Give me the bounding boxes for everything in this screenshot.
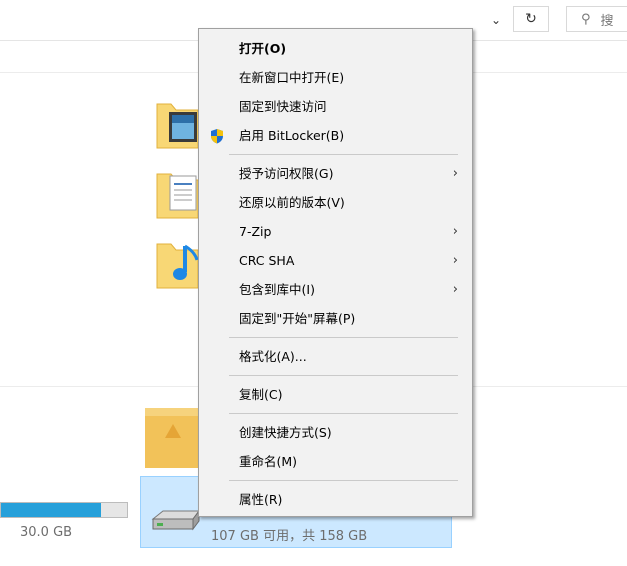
menu-item-label: 打开(O) [239, 41, 287, 56]
drive-space-text: 30.0 GB [20, 525, 73, 540]
refresh-icon: ↻ [525, 11, 537, 27]
downloads-folder-icon[interactable] [145, 408, 201, 468]
context-menu: 打开(O) 在新窗口中打开(E) 固定到快速访问启用 BitLocker(B) 授予访… [198, 28, 473, 517]
music-folder-icon[interactable] [155, 236, 199, 290]
menu-item-label: 复制(C) [239, 387, 283, 402]
menu-item-open-new-window[interactable]: 在新窗口中打开(E) [199, 63, 472, 92]
menu-item-rename[interactable]: 重命名(M) [199, 447, 472, 476]
menu-divider [229, 413, 458, 414]
videos-folder-icon[interactable] [155, 96, 199, 150]
shield-icon [211, 129, 223, 144]
chevron-right-icon: › [452, 282, 458, 297]
menu-item-label: 重命名(M) [239, 454, 298, 469]
menu-item-label: 创建快捷方式(S) [239, 425, 332, 440]
menu-item-label: 固定到"开始"屏幕(P) [239, 311, 356, 326]
menu-divider [229, 154, 458, 155]
menu-item-label: 启用 BitLocker(B) [239, 128, 345, 143]
menu-item-pin-start[interactable]: 固定到"开始"屏幕(P) [199, 304, 472, 333]
drive-space-text: 107 GB 可用，共 158 GB [211, 529, 368, 544]
menu-item-label: 7-Zip [239, 224, 272, 239]
menu-item-label: 固定到快速访问 [239, 99, 327, 114]
refresh-button[interactable]: ↻ [513, 6, 549, 32]
menu-item-label: 属性(R) [239, 492, 283, 507]
menu-item-bitlocker[interactable]: 启用 BitLocker(B) [199, 121, 472, 150]
menu-item-label: CRC SHA [239, 253, 295, 268]
menu-item-properties[interactable]: 属性(R) [199, 485, 472, 514]
menu-item-open[interactable]: 打开(O) [199, 34, 472, 63]
menu-divider [229, 375, 458, 376]
menu-item-copy[interactable]: 复制(C) [199, 380, 472, 409]
hard-drive-icon [151, 509, 200, 531]
chevron-right-icon: › [452, 253, 458, 268]
menu-item-create-shortcut[interactable]: 创建快捷方式(S) [199, 418, 472, 447]
menu-item-7zip[interactable]: 7-Zip › [199, 217, 472, 246]
menu-item-label: 授予访问权限(G) [239, 166, 334, 181]
menu-item-crc-sha[interactable]: CRC SHA › [199, 246, 472, 275]
chevron-right-icon: › [452, 166, 458, 181]
menu-item-format[interactable]: 格式化(A)... [199, 342, 472, 371]
search-placeholder: 搜 [600, 13, 614, 29]
menu-item-include-library[interactable]: 包含到库中(I) › [199, 275, 472, 304]
search-input[interactable]: ⚲ 搜 [566, 6, 627, 32]
menu-item-grant-access[interactable]: 授予访问权限(G) › [199, 159, 472, 188]
menu-item-restore-versions[interactable]: 还原以前的版本(V) [199, 188, 472, 217]
menu-item-label: 包含到库中(I) [239, 282, 315, 297]
chevron-right-icon: › [452, 224, 458, 239]
search-icon: ⚲ [581, 11, 591, 27]
chevron-down-icon[interactable]: ⌄ [481, 8, 511, 32]
menu-item-label: 格式化(A)... [239, 349, 307, 364]
menu-divider [229, 480, 458, 481]
menu-divider [229, 337, 458, 338]
menu-item-label: 在新窗口中打开(E) [239, 70, 345, 85]
documents-folder-icon[interactable] [155, 166, 199, 220]
menu-item-label: 还原以前的版本(V) [239, 195, 345, 210]
drive-usage-fill [1, 503, 101, 517]
drive-usage-bar [0, 502, 128, 518]
menu-item-pin-quick-access[interactable]: 固定到快速访问 [199, 92, 472, 121]
